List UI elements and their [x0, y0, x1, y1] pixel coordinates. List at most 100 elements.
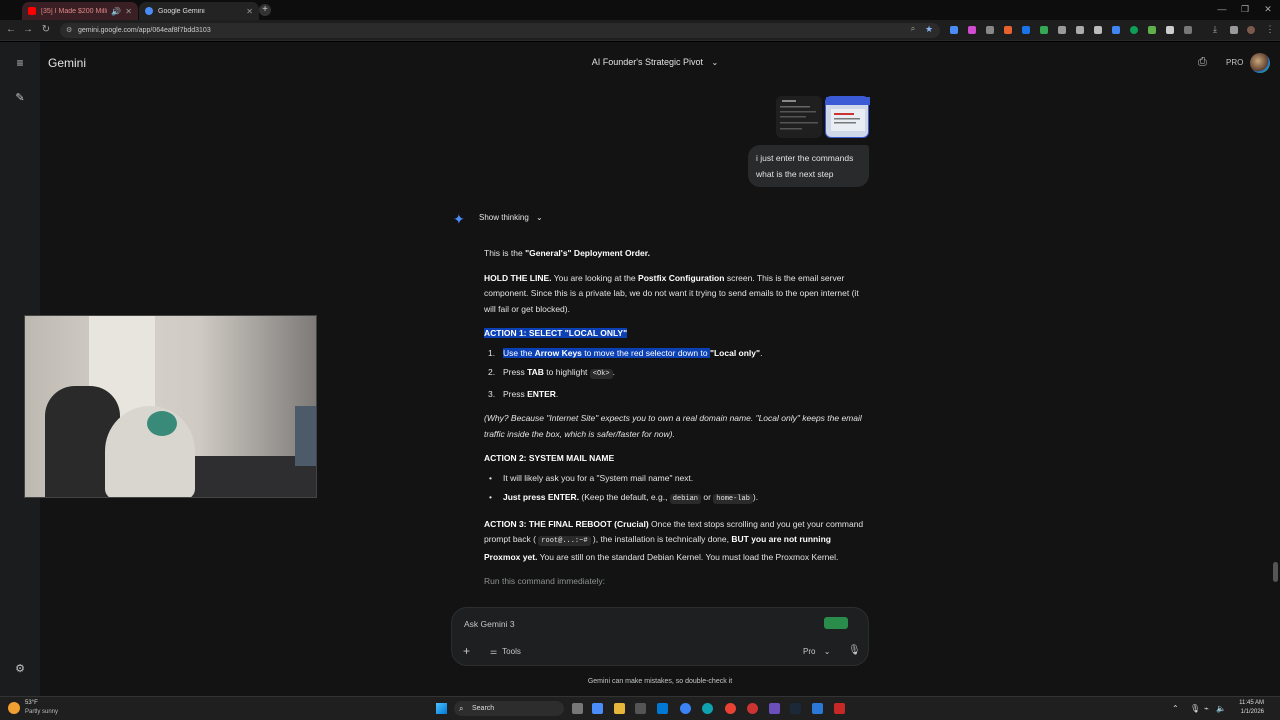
app-icon[interactable]	[812, 703, 823, 714]
app-icon[interactable]	[635, 703, 646, 714]
bold-text: TAB	[527, 367, 544, 377]
zoom-icon[interactable]: ⌕	[906, 24, 920, 34]
mic-tray-icon[interactable]: 🎙	[1190, 704, 1200, 713]
list-item: It will likely ask you for a "System mai…	[484, 471, 868, 487]
reload-icon[interactable]: ↻	[39, 24, 53, 35]
scrollbar-thumb[interactable]	[1273, 562, 1278, 582]
url-text: gemini.google.com/app/064eaf8f7bdd3103	[78, 27, 211, 34]
close-tab-icon[interactable]: ✕	[246, 7, 253, 16]
extension-icon[interactable]	[950, 26, 958, 34]
tools-label: Tools	[502, 647, 521, 656]
minimize-button[interactable]: —	[1211, 4, 1233, 14]
start-windows-icon[interactable]	[436, 703, 447, 714]
conversation-title-dropdown[interactable]: AI Founder's Strategic Pivot ⌄	[560, 57, 750, 67]
chrome-icon[interactable]	[725, 703, 736, 714]
copilot-icon[interactable]	[592, 703, 603, 714]
prompt-input[interactable]: Ask Gemini 3	[464, 619, 515, 629]
youtube-icon	[28, 7, 36, 15]
weather-temp[interactable]: 53°F	[25, 700, 38, 706]
extension-icon[interactable]	[1094, 26, 1102, 34]
response-paragraph: ACTION 3: THE FINAL REBOOT (Crucial) Onc…	[484, 517, 868, 566]
action-heading: ACTION 2: SYSTEM MAIL NAME	[484, 451, 868, 467]
tools-button[interactable]: ⚌ Tools	[490, 647, 521, 656]
address-bar[interactable]: ⚙ gemini.google.com/app/064eaf8f7bdd3103	[60, 23, 940, 38]
extension-icon[interactable]	[1112, 26, 1120, 34]
app-icon[interactable]	[680, 703, 691, 714]
tray-chevron-icon[interactable]: ⌃	[1172, 704, 1179, 713]
text: (Keep the default, e.g.,	[579, 492, 670, 502]
clock-time[interactable]: 11:45 AM	[1230, 700, 1264, 706]
attachment-thumbnail[interactable]	[825, 96, 870, 138]
speaker-icon[interactable]: 🔊	[111, 7, 121, 16]
download-icon[interactable]: ⤓	[1208, 24, 1222, 35]
list-item: Just press ENTER. (Keep the default, e.g…	[484, 490, 868, 508]
settings-gear-icon[interactable]: ⚙	[10, 662, 30, 675]
extension-badge-icon[interactable]	[824, 617, 848, 629]
taskbar-search[interactable]: ⌕ Search	[454, 701, 564, 716]
app-icon[interactable]	[657, 703, 668, 714]
screenshot-preview-icon	[780, 100, 818, 130]
extension-icon[interactable]	[968, 26, 976, 34]
extension-icon[interactable]	[1022, 26, 1030, 34]
extensions-puzzle-icon[interactable]	[1184, 26, 1192, 34]
model-response: This is the "General's" Deployment Order…	[484, 246, 868, 599]
action1-title: ACTION 1: SELECT "LOCAL ONLY"	[484, 328, 628, 338]
task-view-icon[interactable]	[572, 703, 583, 714]
extension-icon[interactable]	[986, 26, 994, 34]
tab-label: Google Gemini	[158, 7, 205, 15]
side-panel-icon[interactable]	[1230, 26, 1238, 34]
list-item: 1. Use the Arrow Keys to move the red se…	[484, 346, 868, 362]
close-tab-icon[interactable]: ✕	[125, 7, 132, 16]
new-tab-button[interactable]: +	[259, 4, 271, 16]
bookmark-star-icon[interactable]: ★	[922, 24, 936, 35]
tools-icon: ⚌	[490, 647, 498, 656]
text: to move the red selector down to	[581, 347, 710, 358]
hamburger-menu-icon[interactable]: ≡	[10, 56, 30, 70]
add-attachment-button[interactable]: +	[463, 644, 470, 658]
show-thinking-label: Show thinking	[479, 213, 529, 222]
browser-menu-icon[interactable]: ⋮	[1263, 24, 1277, 35]
file-explorer-icon[interactable]	[614, 703, 625, 714]
app-icon[interactable]	[769, 703, 780, 714]
weather-sun-icon[interactable]	[8, 702, 20, 714]
steam-icon[interactable]	[790, 703, 801, 714]
back-icon[interactable]: ←	[4, 24, 18, 35]
browser-tab-gemini[interactable]: Google Gemini ✕	[139, 2, 259, 20]
extension-icon[interactable]	[1130, 26, 1138, 34]
show-thinking-toggle[interactable]: Show thinking ⌄	[479, 213, 543, 222]
search-icon: ⌕	[459, 704, 464, 713]
extension-icon[interactable]	[1004, 26, 1012, 34]
site-info-icon[interactable]: ⚙	[66, 23, 72, 38]
weather-desc[interactable]: Partly sunny	[25, 709, 58, 715]
volume-icon[interactable]: 🔈	[1216, 704, 1226, 713]
browser-toolbar: ← → ↻ ⚙ gemini.google.com/app/064eaf8f7b…	[0, 20, 1280, 41]
edge-icon[interactable]	[702, 703, 713, 714]
model-selector[interactable]: Pro ⌄	[803, 647, 830, 656]
extension-icon[interactable]	[1040, 26, 1048, 34]
model-label: Pro	[803, 647, 816, 656]
extension-icon[interactable]	[1058, 26, 1066, 34]
extension-icon[interactable]	[1166, 26, 1174, 34]
why-note: (Why? Because "Internet Site" expects yo…	[484, 413, 862, 439]
close-window-button[interactable]: ✕	[1257, 4, 1279, 15]
microphone-icon[interactable]: 🎙	[848, 645, 861, 656]
app-icon[interactable]	[747, 703, 758, 714]
plan-badge: PRO	[1226, 58, 1244, 67]
new-chat-icon[interactable]: ✎	[10, 91, 30, 104]
attachment-thumbnail[interactable]	[776, 96, 822, 138]
clock-date[interactable]: 1/1/2026	[1230, 709, 1264, 715]
maximize-button[interactable]: ❐	[1234, 4, 1256, 15]
prompt-input-box[interactable]: Ask Gemini 3 + ⚌ Tools Pro ⌄ 🎙	[451, 607, 869, 666]
browser-tab-youtube[interactable]: [35] I Made $200 Million AI... 🔊 ✕	[22, 2, 138, 20]
bold-text: HOLD THE LINE.	[484, 272, 552, 283]
user-message-bubble: i just enter the commands what is the ne…	[748, 145, 869, 187]
profile-avatar-icon[interactable]	[1247, 26, 1255, 34]
extension-icon[interactable]	[1148, 26, 1156, 34]
forward-icon[interactable]: →	[21, 24, 35, 35]
extension-icon[interactable]	[1076, 26, 1084, 34]
gemini-brand[interactable]: Gemini	[48, 56, 86, 70]
share-icon[interactable]: ⎙	[1198, 56, 1207, 69]
network-icon[interactable]: ⌁	[1204, 704, 1209, 713]
user-avatar[interactable]	[1250, 53, 1270, 73]
app-icon[interactable]	[834, 703, 845, 714]
